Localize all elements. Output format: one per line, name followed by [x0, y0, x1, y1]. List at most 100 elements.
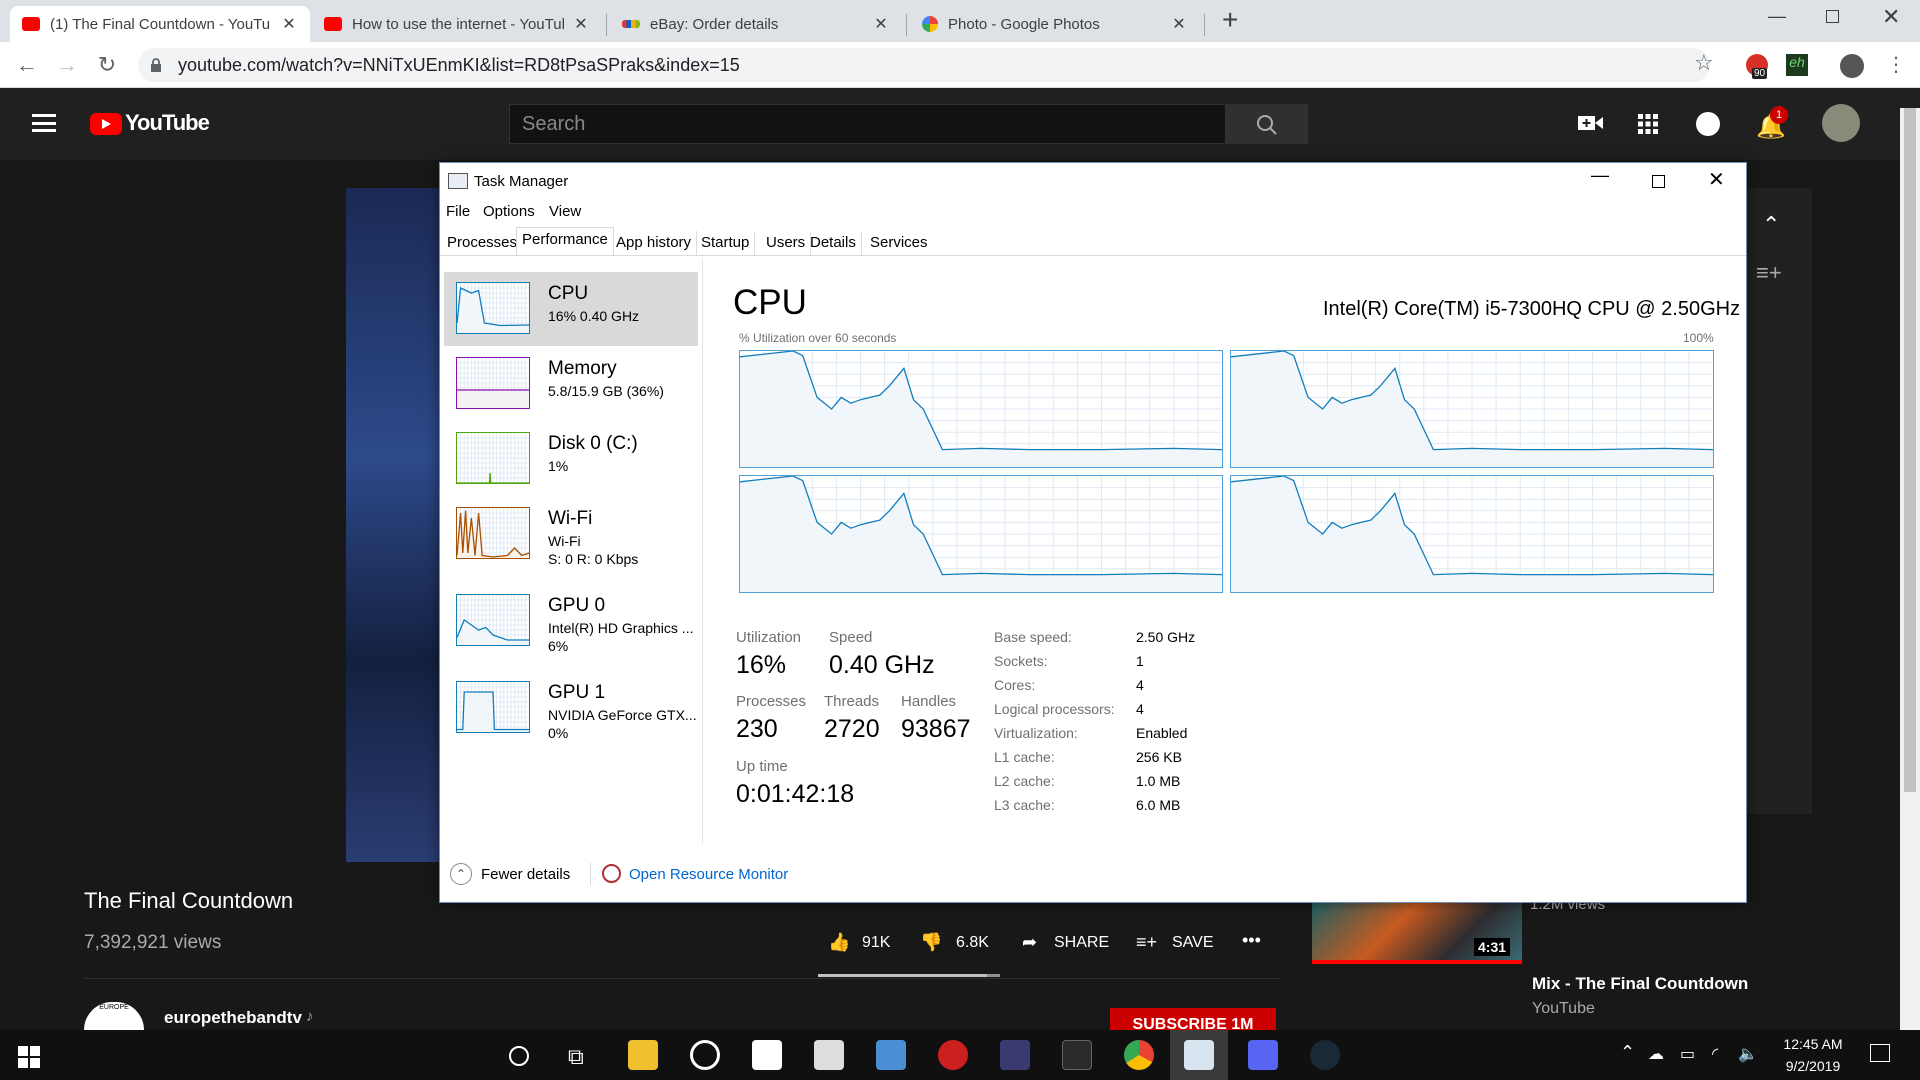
tm-maximize-icon[interactable] [1652, 175, 1665, 188]
sidebar-item-disk[interactable]: Disk 0 (C:) 1% [444, 422, 698, 496]
mail-icon[interactable] [814, 1040, 844, 1070]
t-app-icon[interactable] [938, 1040, 968, 1070]
media-player-icon[interactable] [690, 1040, 720, 1070]
action-center-icon[interactable] [1870, 1044, 1890, 1062]
windows-start-icon[interactable] [18, 1046, 40, 1073]
tab-separator [906, 14, 907, 36]
menu-options[interactable]: Options [483, 203, 535, 220]
app-icon[interactable] [1000, 1040, 1030, 1070]
close-window-icon[interactable]: ✕ [1882, 4, 1900, 30]
microsoft-store-icon[interactable] [752, 1040, 782, 1070]
url-text[interactable]: youtube.com/watch?v=NNiTxUEnmKI&list=RD8… [178, 55, 740, 76]
share-button[interactable]: SHARE [1054, 934, 1109, 952]
browser-tab-google-photos[interactable]: Photo - Google Photos ✕ [910, 6, 1200, 42]
handles-value: 93867 [901, 715, 971, 743]
close-tab-icon[interactable]: ✕ [572, 14, 590, 34]
minimize-window-icon[interactable]: — [1768, 6, 1786, 27]
search-button[interactable] [1226, 104, 1308, 144]
volume-icon[interactable]: 🔈 [1738, 1044, 1758, 1064]
watched-progress-bar [1312, 960, 1522, 964]
sidebar-item-cpu[interactable]: CPU 16% 0.40 GHz [444, 272, 698, 346]
share-arrow-icon[interactable]: ➦ [1022, 932, 1037, 953]
dislike-thumb-icon[interactable]: 👎 [920, 932, 942, 953]
related-video-channel[interactable]: YouTube [1532, 1000, 1595, 1018]
star-app-icon[interactable] [1062, 1040, 1092, 1070]
sidebar-item-detail: S: 0 R: 0 Kbps [548, 551, 639, 567]
user-avatar[interactable] [1822, 104, 1860, 142]
onedrive-cloud-icon[interactable]: ☁ [1648, 1044, 1664, 1064]
browser-tab-ebay-order[interactable]: eBay: Order details ✕ [610, 6, 902, 42]
collapse-playlist-icon[interactable]: ⌃ [1762, 212, 1780, 238]
close-tab-icon[interactable]: ✕ [1170, 14, 1188, 34]
sidebar-item-memory[interactable]: Memory 5.8/15.9 GB (36%) [444, 347, 698, 421]
video-player[interactable] [346, 188, 441, 862]
browser-tab-how-to-use-internet[interactable]: How to use the internet - YouTub ✕ [312, 6, 602, 42]
like-thumb-icon[interactable]: 👍 [828, 932, 850, 953]
tab-startup[interactable]: Startup [696, 231, 756, 255]
tab-performance[interactable]: Performance [516, 227, 614, 255]
restore-window-icon[interactable] [1826, 10, 1839, 23]
show-hidden-icons-chevron[interactable]: ⌃ [1620, 1042, 1635, 1063]
tm-minimize-icon[interactable]: — [1591, 165, 1609, 186]
more-actions-icon[interactable]: ••• [1242, 930, 1261, 951]
tm-close-icon[interactable]: ✕ [1708, 167, 1725, 192]
notepad-icon[interactable] [876, 1040, 906, 1070]
tab-app-history[interactable]: App history [611, 231, 698, 255]
core-graph-0 [739, 350, 1223, 468]
channel-name[interactable]: europethebandtv [164, 1008, 302, 1028]
youtube-logo-icon[interactable] [90, 113, 122, 135]
bookmark-star-icon[interactable]: ☆ [1694, 50, 1714, 76]
wifi-icon[interactable]: ◜ [1712, 1044, 1718, 1064]
browser-menu-icon[interactable]: ⋮ [1886, 52, 1906, 77]
browser-tab-youtube-final-countdown[interactable]: (1) The Final Countdown - YouTu ✕ [10, 6, 310, 42]
tab-users[interactable]: Users [761, 231, 812, 255]
sidebar-item-wifi[interactable]: Wi-Fi Wi-Fi S: 0 R: 0 Kbps [444, 497, 698, 571]
close-tab-icon[interactable]: ✕ [280, 14, 298, 34]
prop-value: 256 KB [1136, 749, 1182, 765]
tab-details[interactable]: Details [805, 231, 862, 255]
youtube-logo-text[interactable]: YouTube [125, 110, 210, 136]
messages-icon[interactable] [1696, 112, 1720, 136]
open-resource-monitor-link[interactable]: Open Resource Monitor [629, 866, 788, 883]
add-to-queue-icon[interactable]: ≡+ [1756, 260, 1782, 286]
close-tab-icon[interactable]: ✕ [872, 14, 890, 34]
sidebar-divider [702, 259, 703, 844]
cortana-search-icon[interactable] [509, 1046, 529, 1066]
battery-icon[interactable]: ▭ [1680, 1044, 1695, 1064]
extension-eh-icon[interactable]: eh [1786, 54, 1808, 76]
profile-avatar[interactable] [1840, 54, 1864, 78]
forward-arrow-icon[interactable]: → [52, 50, 82, 80]
back-arrow-icon[interactable]: ← [12, 50, 42, 80]
tab-services[interactable]: Services [865, 231, 933, 255]
menu-view[interactable]: View [549, 203, 581, 220]
file-explorer-icon[interactable] [628, 1040, 658, 1070]
reload-icon[interactable]: ↻ [92, 50, 122, 80]
dislike-count[interactable]: 6.8K [956, 934, 989, 952]
new-tab-button[interactable]: + [1222, 4, 1238, 36]
like-count[interactable]: 91K [862, 934, 890, 952]
menu-file[interactable]: File [446, 203, 470, 220]
sidebar-item-gpu0[interactable]: GPU 0 Intel(R) HD Graphics ... 6% [444, 584, 698, 658]
graph-max-label: 100% [1683, 331, 1714, 345]
discord-icon[interactable] [1248, 1040, 1278, 1070]
hamburger-menu-icon[interactable] [32, 114, 56, 132]
fewer-details-link[interactable]: Fewer details [481, 866, 570, 883]
save-playlist-icon[interactable]: ≡+ [1136, 932, 1157, 953]
subscribe-button[interactable]: SUBSCRIBE 1M [1110, 1008, 1276, 1030]
collapse-chevron-icon[interactable]: ⌃ [450, 863, 472, 885]
clock-date[interactable]: 9/2/2019 [1778, 1058, 1848, 1074]
sidebar-item-gpu1[interactable]: GPU 1 NVIDIA GeForce GTX... 0% [444, 671, 698, 745]
page-scrollbar[interactable] [1900, 108, 1920, 1030]
related-video-title[interactable]: Mix - The Final Countdown [1532, 974, 1748, 994]
task-view-icon[interactable]: ⧉ [568, 1044, 584, 1070]
search-input[interactable]: Search [509, 104, 1226, 144]
chrome-icon[interactable] [1124, 1040, 1154, 1070]
footer-divider [590, 863, 591, 885]
clock-time[interactable]: 12:45 AM [1778, 1036, 1848, 1052]
save-button[interactable]: SAVE [1172, 934, 1214, 952]
apps-grid-icon[interactable] [1638, 114, 1658, 139]
task-manager-taskbar-icon[interactable] [1184, 1040, 1214, 1070]
create-video-icon[interactable] [1578, 114, 1603, 132]
tab-processes[interactable]: Processes [442, 231, 524, 255]
steam-icon[interactable] [1310, 1040, 1340, 1070]
